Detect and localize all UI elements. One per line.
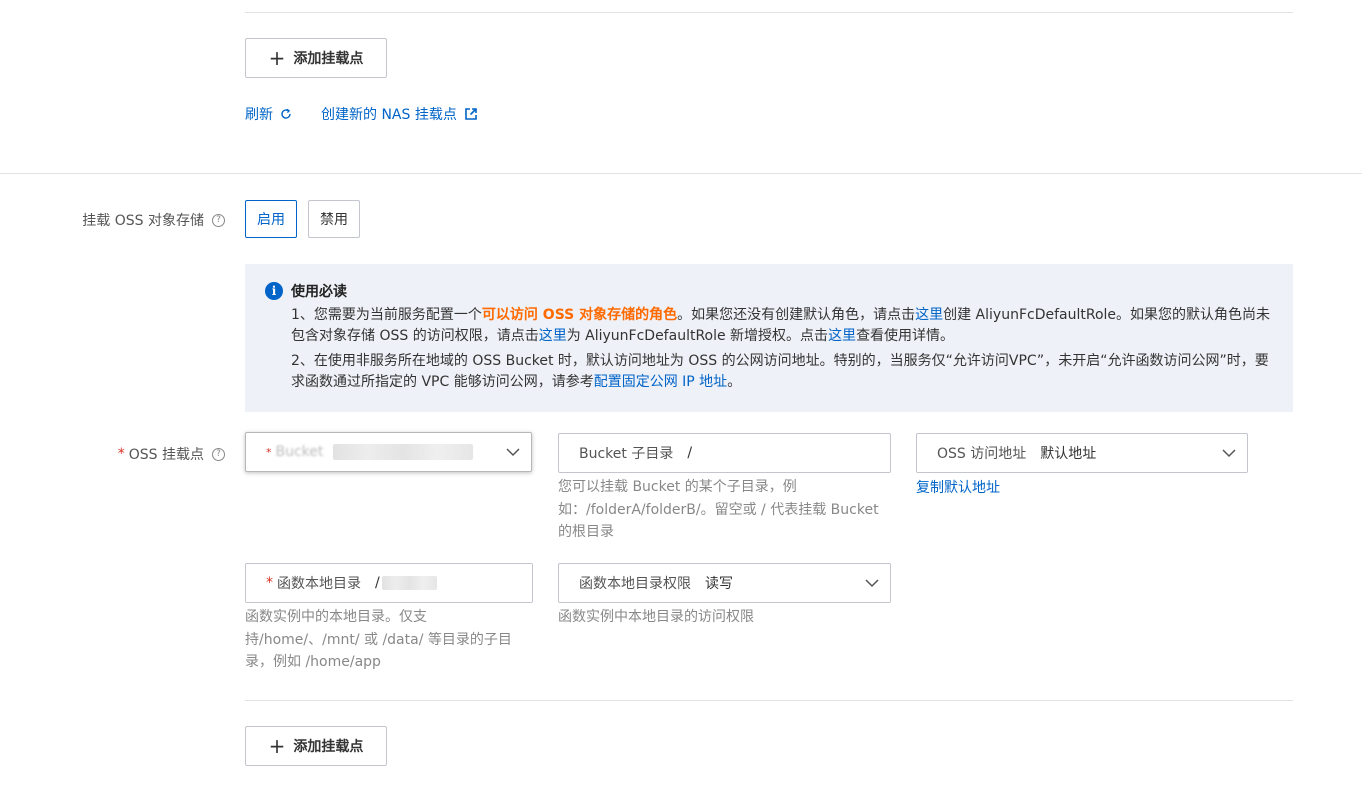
refresh-link[interactable]: 刷新 xyxy=(245,104,292,124)
usage-details-link[interactable]: 这里 xyxy=(828,328,856,344)
notice-paragraph-2: 2、在使用非服务所在地域的 OSS Bucket 时，默认访问地址为 OSS 的… xyxy=(291,353,1269,390)
bucket-subdir-input[interactable]: Bucket 子目录 / xyxy=(558,433,891,473)
bucket-select[interactable]: * Bucket xyxy=(245,432,532,472)
help-icon[interactable]: ? xyxy=(212,447,225,461)
chevron-down-icon xyxy=(1222,449,1236,458)
refresh-icon xyxy=(281,108,291,119)
permission-help: 函数实例中本地目录的访问权限 xyxy=(558,609,754,625)
notice-title: i 使用必读 xyxy=(265,281,347,301)
local-dir-help: 函数实例中的本地目录。仅支持/home/、/mnt/ 或 /data/ 等目录的… xyxy=(245,609,512,670)
redacted-value xyxy=(381,576,437,590)
chevron-down-icon xyxy=(865,579,879,588)
help-icon[interactable]: ? xyxy=(212,213,225,227)
subdir-help: 您可以挂载 Bucket 的某个子目录，例如：/folderA/folderB/… xyxy=(558,479,879,540)
plus-icon: + xyxy=(268,734,286,758)
oss-endpoint-select[interactable]: OSS 访问地址 默认地址 xyxy=(916,433,1248,473)
info-icon: i xyxy=(265,282,283,300)
local-dir-permission-select[interactable]: 函数本地目录权限 读写 xyxy=(558,563,891,603)
static-ip-link[interactable]: 配置固定公网 IP 地址 xyxy=(594,374,727,390)
add-oss-mount-button[interactable]: + 添加挂载点 xyxy=(245,726,387,766)
oss-point-label: * OSS 挂载点 ? xyxy=(40,444,225,464)
oss-mount-label: 挂载 OSS 对象存储 ? xyxy=(40,210,225,230)
divider xyxy=(245,700,1293,701)
oss-disable-button[interactable]: 禁用 xyxy=(308,200,360,238)
create-role-link[interactable]: 这里 xyxy=(915,307,943,323)
oss-enable-button[interactable]: 启用 xyxy=(245,200,297,238)
notice-paragraph-1: 1、您需要为当前服务配置一个可以访问 OSS 对象存储的角色。如果您还没有创建默… xyxy=(291,307,1271,344)
divider xyxy=(245,12,1293,13)
section-divider xyxy=(0,173,1362,174)
role-highlight: 可以访问 OSS 对象存储的角色 xyxy=(481,307,678,323)
add-nas-mount-button[interactable]: + 添加挂载点 xyxy=(245,38,387,78)
grant-permission-link[interactable]: 这里 xyxy=(539,328,567,344)
copy-default-address-link[interactable]: 复制默认地址 xyxy=(916,477,1000,497)
redacted-value xyxy=(333,444,474,460)
external-link-icon xyxy=(465,108,477,120)
plus-icon: + xyxy=(268,46,286,70)
chevron-down-icon xyxy=(506,448,520,457)
local-dir-input[interactable]: * 函数本地目录 / xyxy=(245,563,533,603)
create-nas-mount-link[interactable]: 创建新的 NAS 挂载点 xyxy=(321,104,478,124)
